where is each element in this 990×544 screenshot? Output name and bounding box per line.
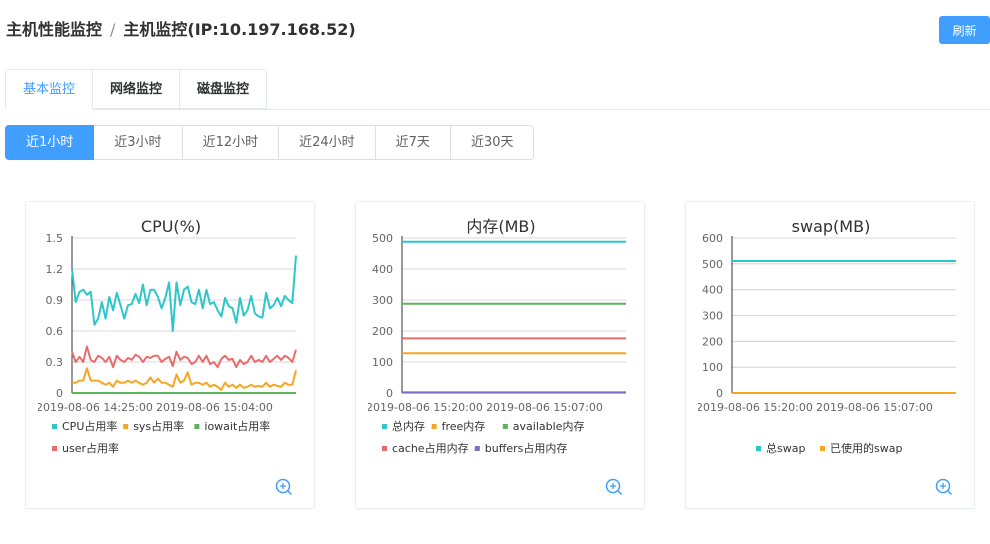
range-24h[interactable]: 近24小时 (279, 125, 376, 160)
y-tick-label: 200 (702, 335, 723, 348)
y-tick-label: 0 (56, 387, 63, 400)
page-title-main: 主机性能监控 (6, 20, 103, 39)
y-tick-label: 500 (702, 258, 723, 271)
y-tick-label: 0.9 (46, 294, 64, 307)
range-7d[interactable]: 近7天 (375, 125, 451, 160)
legend-label: user占用率 (62, 441, 119, 455)
refresh-button[interactable]: 刷新 (939, 16, 990, 44)
y-tick-label: 0 (386, 387, 393, 400)
zoom-in-icon[interactable] (935, 478, 953, 496)
page-title: 主机性能监控 / 主机监控(IP:10.197.168.52) (6, 16, 356, 40)
zoom-in-icon[interactable] (275, 478, 293, 496)
legend-swatch (52, 424, 57, 429)
y-tick-label: 300 (372, 294, 393, 307)
memory-chart: 内存(MB) 0 100 200 300 400 500 2019-08-06 15:20:0… (366, 217, 626, 496)
x-tick-label: 2019-08-06 15:20:00 (696, 401, 813, 414)
legend-label: available内存 (513, 419, 585, 433)
legend-swatch (502, 424, 508, 429)
legend-label: iowait占用率 (204, 419, 270, 433)
legend-swatch (194, 424, 200, 429)
time-range-group: 近1小时 近3小时 近12小时 近24小时 近7天 近30天 (5, 125, 535, 160)
legend-label: 已使用的swap (830, 441, 902, 455)
cpu-chart: CPU(%) 0 0.3 0.6 0.9 1.2 1.5 2019-08-06 14:25:0… (36, 217, 297, 496)
y-tick-label: 400 (372, 263, 393, 276)
x-tick-label: 2019-08-06 14:25:00 (36, 401, 153, 414)
legend-swatch (756, 446, 761, 451)
zoom-in-icon[interactable] (605, 478, 623, 496)
series-line (71, 255, 297, 332)
cpu-chart-card: CPU(%) 0 0.3 0.6 0.9 1.2 1.5 2019-08-06 14:25:0… (25, 201, 315, 509)
legend-swatch (382, 446, 387, 451)
tab-basic[interactable]: 基本监控 (5, 69, 94, 110)
y-tick-label: 1.2 (46, 263, 64, 276)
y-tick-label: 100 (372, 356, 393, 369)
legend-swatch (52, 446, 57, 451)
y-tick-label: 500 (372, 232, 393, 245)
legend-swatch (382, 424, 387, 429)
y-tick-label: 600 (702, 232, 723, 245)
tab-disk[interactable]: 磁盘监控 (180, 69, 268, 109)
y-tick-label: 0.3 (46, 356, 64, 369)
x-tick-label: 2019-08-06 15:07:00 (486, 401, 603, 414)
zoom-handle (287, 490, 293, 496)
range-3h[interactable]: 近3小时 (94, 125, 183, 160)
y-tick-label: 400 (702, 284, 723, 297)
range-12h[interactable]: 近12小时 (182, 125, 280, 160)
swap-chart: swap(MB) 0 100 200 300 400 500 600 2019-08-06 15… (696, 217, 956, 496)
y-tick-label: 300 (702, 310, 723, 323)
memory-chart-card: 内存(MB) 0 100 200 300 400 500 2019-08-06 15:20:0… (355, 201, 645, 509)
chart-title: swap(MB) (792, 217, 871, 236)
range-30d[interactable]: 近30天 (450, 125, 535, 160)
zoom-handle (617, 490, 623, 496)
x-tick-label: 2019-08-06 15:04:00 (156, 401, 273, 414)
page-title-sub: 主机监控(IP:10.197.168.52) (123, 20, 356, 39)
legend-label: CPU占用率 (62, 419, 117, 433)
x-tick-label: 2019-08-06 15:20:00 (366, 401, 483, 414)
series-line (72, 367, 297, 391)
y-tick-label: 100 (702, 361, 723, 374)
tab-network[interactable]: 网络监控 (93, 69, 181, 109)
legend-label: 总swap (766, 441, 805, 455)
y-tick-label: 0.6 (46, 325, 64, 338)
swap-chart-card: swap(MB) 0 100 200 300 400 500 600 2019-08-06 15… (685, 201, 975, 509)
chart-title: 内存(MB) (466, 217, 535, 236)
legend-swatch (431, 424, 437, 429)
zoom-handle (947, 490, 953, 496)
breadcrumb-separator: / (110, 20, 116, 39)
y-tick-label: 200 (372, 325, 393, 338)
x-tick-label: 2019-08-06 15:07:00 (816, 401, 933, 414)
legend-label: buffers占用内存 (485, 441, 568, 455)
monitor-tabs: 基本监控 网络监控 磁盘监控 (5, 69, 268, 110)
legend-swatch (820, 446, 825, 451)
legend-swatch (474, 446, 480, 451)
series-line (71, 345, 297, 369)
legend-label: 总内存 (392, 419, 425, 433)
y-tick-label: 0 (716, 387, 723, 400)
legend-label: free内存 (442, 419, 486, 433)
range-1h[interactable]: 近1小时 (5, 125, 95, 160)
legend-label: sys占用率 (133, 419, 184, 433)
legend-swatch (123, 424, 129, 429)
legend-label: cache占用内存 (392, 441, 469, 455)
y-tick-label: 1.5 (46, 232, 64, 245)
chart-title: CPU(%) (141, 217, 201, 236)
